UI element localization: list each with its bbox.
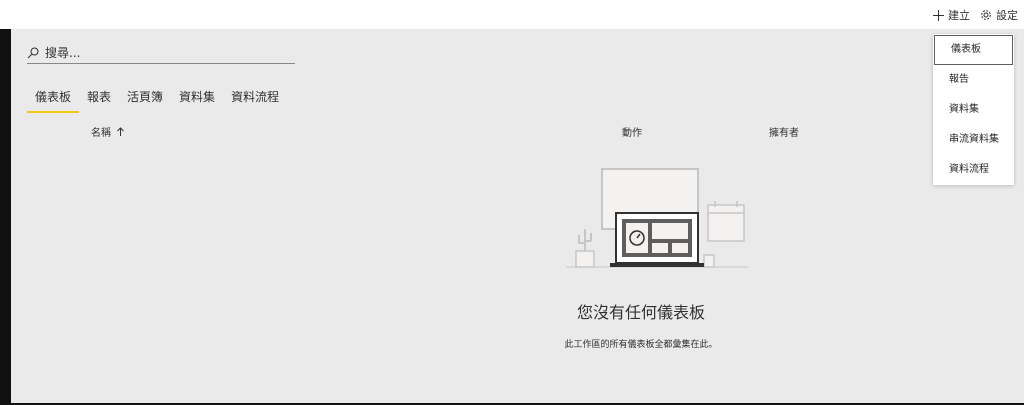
menu-item-report[interactable]: 報告 [933,65,1014,95]
menu-item-dataset[interactable]: 資料集 [933,95,1014,125]
column-actions[interactable]: 動作 [622,124,642,139]
column-owner[interactable]: 擁有者 [769,124,799,139]
tab-workbooks[interactable]: 活頁簿 [119,86,171,113]
menu-item-dataflow[interactable]: 資料流程 [933,155,1014,185]
tab-datasets[interactable]: 資料集 [171,86,223,113]
create-button[interactable]: 建立 [933,7,970,23]
settings-button[interactable]: 設定 [980,7,1018,23]
top-bar: 建立 設定 [0,0,1024,29]
create-dropdown-menu: 儀表板 報告 資料集 串流資料集 資料流程 [933,34,1014,185]
menu-item-dashboard[interactable]: 儀表板 [934,35,1013,65]
plus-icon [933,9,944,21]
top-actions: 建立 設定 [933,7,1018,23]
gear-icon [980,9,992,21]
menu-item-streaming-dataset[interactable]: 串流資料集 [933,125,1014,155]
tab-dashboards[interactable]: 儀表板 [27,86,80,113]
tab-dataflows[interactable]: 資料流程 [223,86,287,113]
search-box[interactable] [27,43,295,64]
empty-state-subtitle: 此工作區的所有儀表板全都彙集在此。 [564,340,718,350]
search-icon [27,44,39,63]
content-tabs: 儀表板 報表 活頁簿 資料集 資料流程 [27,86,287,113]
create-label: 建立 [948,9,970,22]
empty-state-title: 您沒有任何儀表板 [576,303,705,322]
search-input[interactable] [45,46,285,60]
arrow-up-icon [117,127,125,139]
column-name[interactable]: 名稱 [91,124,125,139]
laptop-dashboard-illustration [566,167,748,271]
settings-label: 設定 [996,9,1018,22]
tab-reports[interactable]: 報表 [79,86,119,113]
workspace-content: 儀表板 報表 活頁簿 資料集 資料流程 名稱 動作 擁有者 [11,29,1024,403]
left-edge-strip [0,29,11,403]
